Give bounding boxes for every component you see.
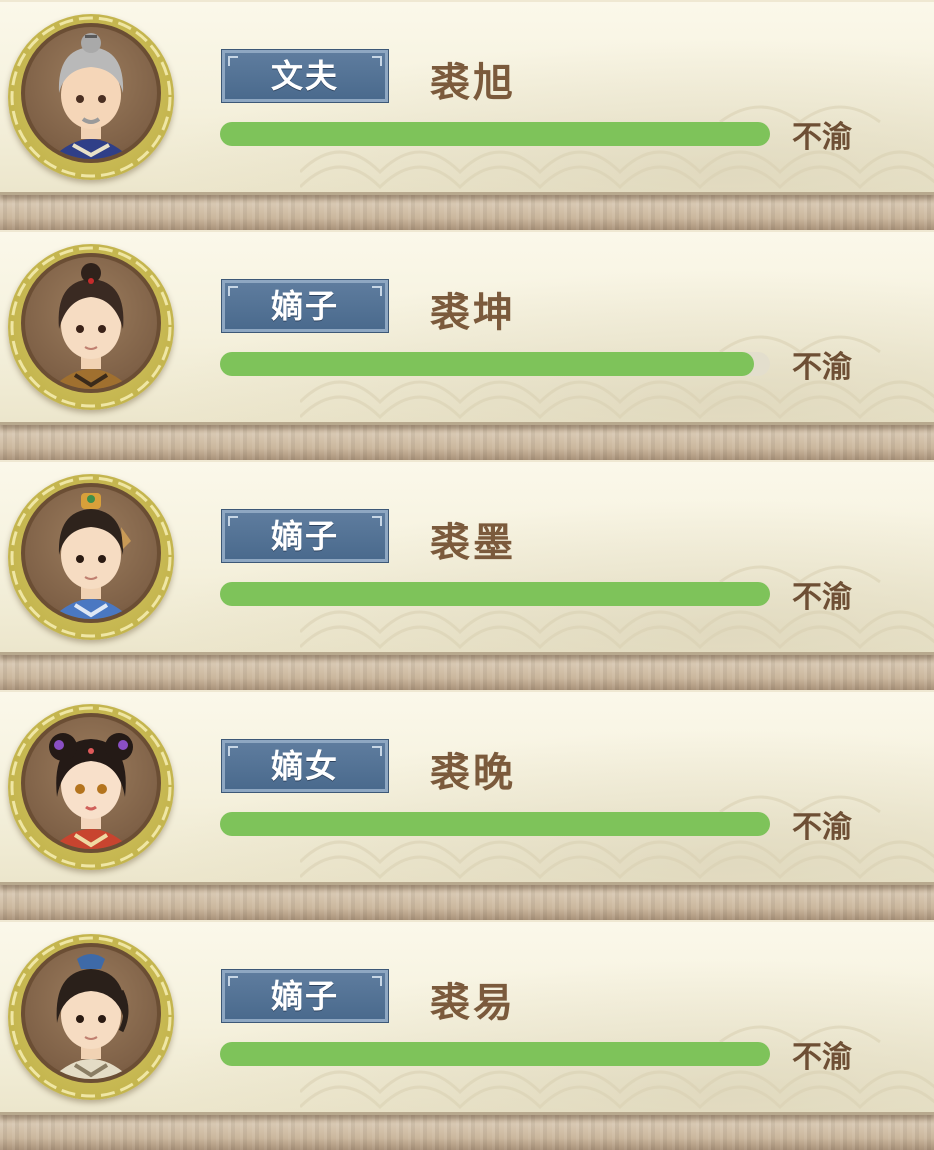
bond-bar bbox=[220, 812, 770, 836]
wood-divider bbox=[0, 650, 934, 690]
character-name: 裘墨 bbox=[430, 520, 516, 566]
member-card[interactable]: 嫡女 裘晚 不渝 bbox=[0, 690, 934, 885]
wood-divider bbox=[0, 190, 934, 230]
character-name: 裘晚 bbox=[430, 750, 516, 796]
wood-divider bbox=[0, 1110, 934, 1150]
role-badge: 嫡子 bbox=[221, 969, 389, 1023]
bond-bar-fill bbox=[220, 352, 754, 376]
mood-status: 不渝 bbox=[792, 120, 852, 155]
young-woman-portrait-icon bbox=[49, 733, 133, 849]
bond-bar-fill bbox=[220, 582, 770, 606]
wood-divider bbox=[0, 880, 934, 920]
portrait-frame[interactable] bbox=[8, 244, 174, 410]
role-badge: 文夫 bbox=[221, 49, 389, 103]
role-badge: 嫡子 bbox=[221, 509, 389, 563]
mood-status: 不渝 bbox=[792, 810, 852, 845]
role-badge: 嫡女 bbox=[221, 739, 389, 793]
role-badge: 嫡子 bbox=[221, 279, 389, 333]
bond-bar bbox=[220, 122, 770, 146]
character-name: 裘坤 bbox=[430, 290, 516, 336]
member-card[interactable]: 嫡子 裘墨 不渝 bbox=[0, 460, 934, 655]
mood-status: 不渝 bbox=[792, 580, 852, 615]
character-name: 裘易 bbox=[430, 980, 516, 1026]
mood-status: 不渝 bbox=[792, 1040, 852, 1075]
young-man-portrait-icon bbox=[51, 263, 131, 389]
family-member-list: 文夫 裘旭 不渝 嫡子 裘坤 不渝 嫡子 裘墨 不渝 嫡女 裘晚 不渝 嫡子 裘… bbox=[0, 0, 934, 1150]
bond-bar bbox=[220, 582, 770, 606]
bond-bar-fill bbox=[220, 122, 770, 146]
portrait-frame[interactable] bbox=[8, 934, 174, 1100]
wood-divider bbox=[0, 420, 934, 460]
member-card[interactable]: 文夫 裘旭 不渝 bbox=[0, 0, 934, 195]
young-man-crown-portrait-icon bbox=[51, 954, 131, 1079]
mood-status: 不渝 bbox=[792, 350, 852, 385]
bond-bar-fill bbox=[220, 812, 770, 836]
bond-bar bbox=[220, 352, 770, 376]
character-name: 裘旭 bbox=[430, 60, 516, 106]
portrait-frame[interactable] bbox=[8, 474, 174, 640]
bond-bar bbox=[220, 1042, 770, 1066]
portrait-frame[interactable] bbox=[8, 14, 174, 180]
elder-man-portrait-icon bbox=[51, 33, 131, 159]
bond-bar-fill bbox=[220, 1042, 770, 1066]
young-man-topknot-portrait-icon bbox=[51, 493, 131, 619]
member-card[interactable]: 嫡子 裘易 不渝 bbox=[0, 920, 934, 1115]
member-card[interactable]: 嫡子 裘坤 不渝 bbox=[0, 230, 934, 425]
portrait-frame[interactable] bbox=[8, 704, 174, 870]
